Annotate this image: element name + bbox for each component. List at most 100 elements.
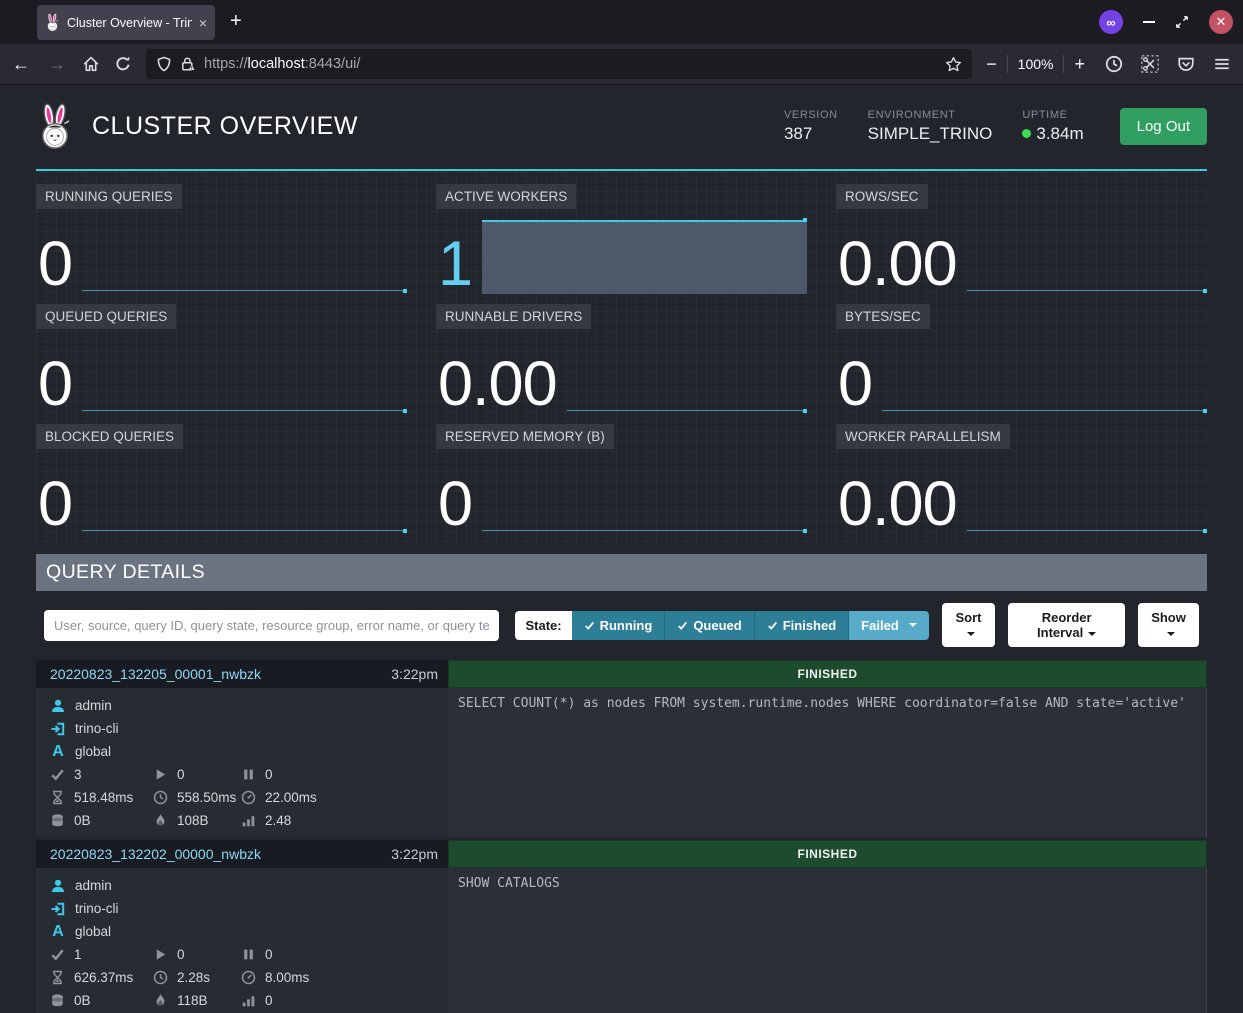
check-icon bbox=[677, 620, 688, 631]
total-time: 2.28s bbox=[177, 970, 210, 985]
check-icon bbox=[584, 620, 595, 631]
completed-splits: 1 bbox=[74, 947, 82, 962]
resource-group-icon: A bbox=[50, 924, 66, 940]
resource-group-icon: A bbox=[50, 744, 66, 760]
stat-value: 0 bbox=[38, 476, 72, 534]
source-icon bbox=[50, 901, 66, 917]
page-header: CLUSTER OVERVIEW VERSION 387 ENVIRONMENT… bbox=[36, 85, 1207, 171]
user-icon bbox=[50, 878, 66, 894]
stat-card-runnable-drivers: RUNNABLE DRIVERS 0.00 bbox=[436, 304, 807, 416]
wall-time-icon bbox=[50, 970, 65, 985]
forward-button[interactable]: → bbox=[48, 55, 66, 73]
query-row: 20220823_132202_00000_nwbzk 3:22pm FINIS… bbox=[36, 840, 1207, 1013]
running-splits-icon bbox=[153, 767, 168, 782]
stat-card-bytes-sec: BYTES/SEC 0 bbox=[836, 304, 1207, 416]
lock-warning-icon[interactable] bbox=[180, 56, 196, 72]
sparkline-chart bbox=[967, 452, 1207, 536]
sort-dropdown[interactable]: Sort bbox=[942, 603, 996, 647]
stat-value: 0.00 bbox=[838, 476, 957, 534]
divider bbox=[1007, 55, 1008, 73]
completed-splits-icon bbox=[50, 767, 65, 782]
divider bbox=[1063, 55, 1064, 73]
sparkline-chart bbox=[882, 332, 1207, 416]
show-dropdown[interactable]: Show bbox=[1138, 603, 1199, 647]
stat-label: ROWS/SEC bbox=[836, 184, 928, 209]
hamburger-menu-icon[interactable] bbox=[1213, 55, 1231, 73]
stat-card-blocked-queries: BLOCKED QUERIES 0 bbox=[36, 424, 407, 536]
browser-nav-bar: ← → https://localhost:8443/ui/ − 100% + bbox=[0, 44, 1243, 85]
queued-splits: 0 bbox=[265, 947, 273, 962]
parallelism-icon bbox=[241, 813, 256, 828]
new-tab-button[interactable]: + bbox=[230, 10, 242, 33]
stat-value: 0 bbox=[38, 236, 72, 294]
stat-card-reserved-memory: RESERVED MEMORY (B) 0 bbox=[436, 424, 807, 536]
browser-tab[interactable]: Cluster Overview - Trino × bbox=[37, 5, 215, 40]
screenshot-scissors-icon[interactable] bbox=[1141, 55, 1159, 73]
query-id-link[interactable]: 20220823_132205_00001_nwbzk bbox=[50, 666, 391, 682]
query-resource-group: global bbox=[75, 924, 111, 939]
zoom-in-button[interactable]: + bbox=[1074, 54, 1085, 75]
sparkline-chart bbox=[82, 212, 407, 296]
sparkline-chart bbox=[567, 332, 807, 416]
completed-splits-icon bbox=[50, 947, 65, 962]
trino-bunny-logo bbox=[36, 103, 74, 150]
back-button[interactable]: ← bbox=[12, 55, 30, 73]
trino-favicon bbox=[45, 13, 60, 32]
cumulative-memory-icon bbox=[153, 993, 168, 1008]
url-bar[interactable]: https://localhost:8443/ui/ bbox=[146, 49, 972, 79]
stat-label: QUEUED QUERIES bbox=[36, 304, 176, 329]
zoom-level[interactable]: 100% bbox=[1018, 56, 1054, 72]
reorder-interval-dropdown[interactable]: Reorder Interval bbox=[1008, 603, 1125, 647]
check-icon bbox=[767, 620, 778, 631]
filter-failed-dropdown[interactable]: Failed bbox=[848, 611, 929, 640]
shield-icon[interactable] bbox=[156, 56, 172, 72]
user-icon bbox=[50, 698, 66, 714]
queued-splits-icon bbox=[241, 947, 256, 962]
chevron-down-icon bbox=[909, 623, 917, 627]
filter-queued-button[interactable]: Queued bbox=[664, 611, 753, 640]
search-input[interactable] bbox=[44, 610, 499, 641]
stat-label: WORKER PARALLELISM bbox=[836, 424, 1010, 449]
close-window-button[interactable]: ✕ bbox=[1209, 10, 1233, 34]
environment-block: ENVIRONMENT SIMPLE_TRINO bbox=[868, 109, 993, 144]
reload-icon[interactable] bbox=[114, 55, 132, 73]
query-details-header: QUERY DETAILS bbox=[36, 554, 1207, 591]
sparkline-chart bbox=[967, 212, 1207, 296]
query-time: 3:22pm bbox=[391, 846, 438, 862]
pocket-icon[interactable] bbox=[1177, 55, 1195, 73]
stat-card-active-workers: ACTIVE WORKERS 1 bbox=[436, 184, 807, 296]
url-text: https://localhost:8443/ui/ bbox=[204, 56, 360, 72]
logout-button[interactable]: Log Out bbox=[1120, 108, 1207, 145]
cumulative-memory: 108B bbox=[177, 813, 209, 828]
cpu-time-icon bbox=[241, 790, 256, 805]
restore-button[interactable] bbox=[1175, 15, 1189, 29]
filter-running-button[interactable]: Running bbox=[572, 611, 665, 640]
filter-finished-button[interactable]: Finished bbox=[754, 611, 848, 640]
query-id-link[interactable]: 20220823_132202_00000_nwbzk bbox=[50, 846, 391, 862]
query-time: 3:22pm bbox=[391, 666, 438, 682]
zoom-out-button[interactable]: − bbox=[986, 54, 997, 75]
current-memory-icon bbox=[50, 993, 65, 1008]
query-user: admin bbox=[75, 698, 112, 713]
stat-value: 0 bbox=[838, 356, 872, 414]
cumulative-memory-icon bbox=[153, 813, 168, 828]
history-clock-icon[interactable] bbox=[1105, 55, 1123, 73]
tab-close-icon[interactable]: × bbox=[199, 16, 207, 30]
chevron-down-icon bbox=[1088, 632, 1096, 636]
area-chart bbox=[482, 220, 807, 294]
query-row: 20220823_132205_00001_nwbzk 3:22pm FINIS… bbox=[36, 660, 1207, 837]
query-meta-panel: admin trino-cli Aglobal 1 0 0 626.37ms 2… bbox=[36, 868, 448, 1013]
bookmark-star-icon[interactable] bbox=[945, 56, 962, 73]
version-value: 387 bbox=[784, 124, 838, 144]
cluster-stats-section: RUNNING QUERIES 0 ACTIVE WORKERS 1 ROWS/… bbox=[36, 171, 1207, 546]
parallelism-icon bbox=[241, 993, 256, 1008]
stat-value: 0.00 bbox=[838, 236, 957, 294]
home-icon[interactable] bbox=[82, 55, 100, 73]
cpu-time-icon bbox=[241, 970, 256, 985]
minimize-button[interactable] bbox=[1143, 21, 1155, 23]
version-label: VERSION bbox=[784, 109, 838, 121]
environment-label: ENVIRONMENT bbox=[868, 109, 993, 121]
query-sql-text: SHOW CATALOGS bbox=[448, 868, 1207, 1013]
stat-value: 0 bbox=[438, 476, 472, 534]
stat-value: 0 bbox=[38, 356, 72, 414]
